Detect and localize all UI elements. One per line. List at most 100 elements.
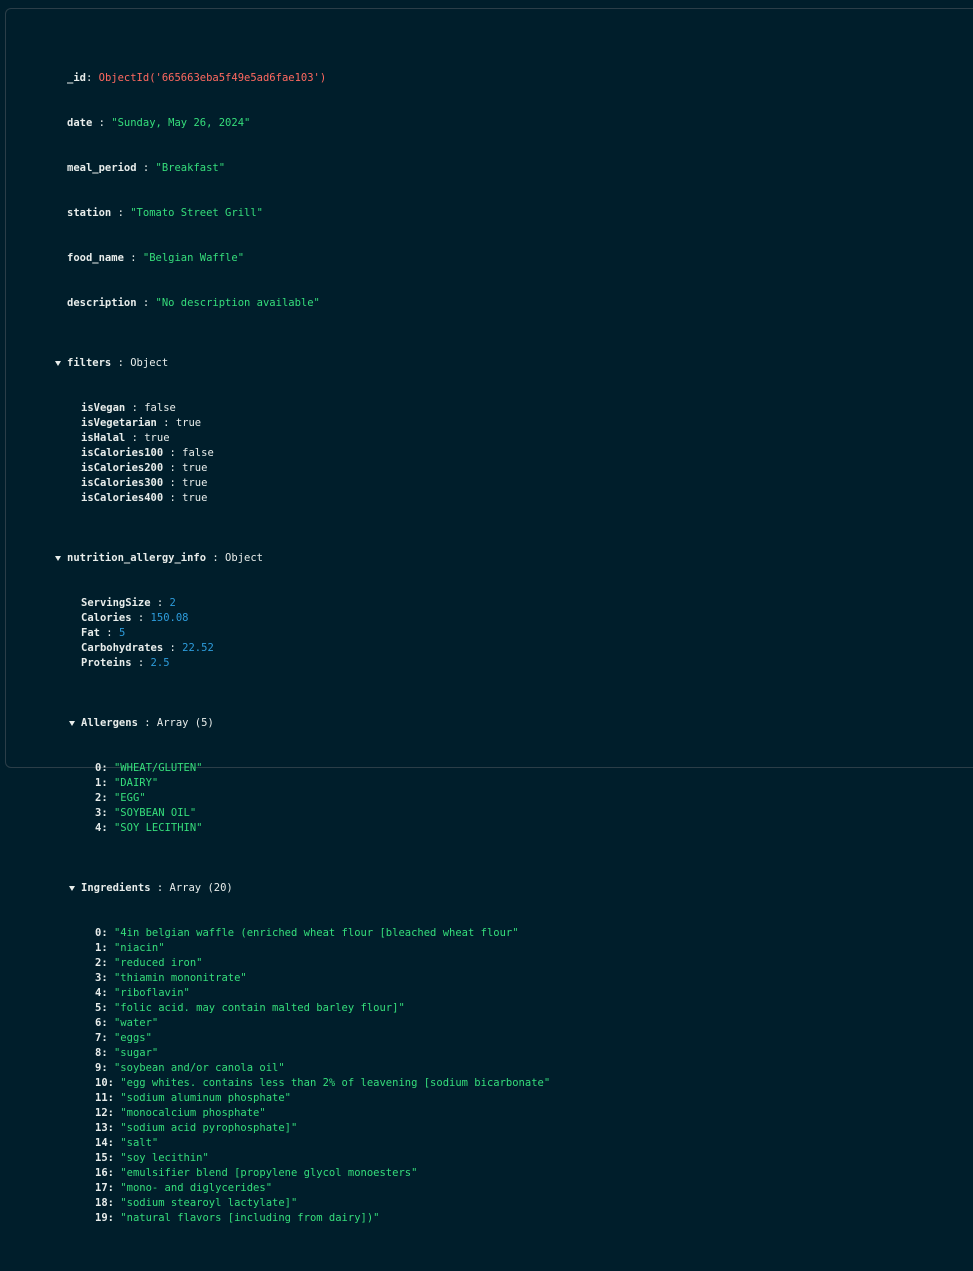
array-index: 9: [95,1062,108,1074]
nutrition-field[interactable]: Proteins : 2.5 [6,656,550,671]
field-description[interactable]: description : "No description available" [6,296,550,311]
expand-caret-icon[interactable] [55,361,61,366]
field-key: _id [67,72,86,84]
array-item[interactable]: 0: "WHEAT/GLUTEN" [6,761,550,776]
field-value: true [182,492,208,504]
nutrition-field[interactable]: Calories : 150.08 [6,611,550,626]
expand-caret-icon[interactable] [55,556,61,561]
array-value: "folic acid. may contain malted barley f… [113,1002,405,1014]
array-item[interactable]: 14: "salt" [6,1136,550,1151]
array-index: 16: [95,1167,114,1179]
array-value: "sugar" [113,1047,159,1059]
field-station[interactable]: station : "Tomato Street Grill" [6,206,550,221]
array-item[interactable]: 9: "soybean and/or canola oil" [6,1061,550,1076]
field-value: true [175,417,202,429]
array-value: "salt" [120,1137,159,1149]
filter-field[interactable]: isHalal : true [6,431,550,446]
array-value: "egg whites. contains less than 2% of le… [120,1077,551,1089]
filter-field[interactable]: isVegan : false [6,401,550,416]
array-item[interactable]: 15: "soy lecithin" [6,1151,550,1166]
array-index: 18: [95,1197,114,1209]
array-item[interactable]: 10: "egg whites. contains less than 2% o… [6,1076,550,1091]
nutrition-field[interactable]: Carbohydrates : 22.52 [6,641,550,656]
array-item[interactable]: 3: "thiamin mononitrate" [6,971,550,986]
array-value: "eggs" [113,1032,152,1044]
array-value: "emulsifier blend [propylene glycol mono… [120,1167,418,1179]
field-key: isCalories400 [81,492,164,504]
array-item[interactable]: 6: "water" [6,1016,550,1031]
array-value: "4in belgian waffle (enriched wheat flou… [113,927,519,939]
field-value: true [182,477,208,489]
field-value: 22.52 [182,642,214,654]
array-value: "SOY LECITHIN" [113,822,203,834]
array-value: "sodium acid pyrophosphate]" [120,1122,298,1134]
field-value: true [144,432,170,444]
array-index: 19: [95,1212,114,1224]
array-value: "SOYBEAN OIL" [113,807,197,819]
field-value: 2 [169,597,176,609]
array-item[interactable]: 1: "DAIRY" [6,776,550,791]
array-item[interactable]: 17: "mono- and diglycerides" [6,1181,550,1196]
nutrition-field[interactable]: Fat : 5 [6,626,550,641]
array-item[interactable]: 19: "natural flavors [including from dai… [6,1211,550,1226]
field-key: Calories [81,612,132,624]
filter-field[interactable]: isCalories300 : true [6,476,550,491]
field-value: 2.5 [150,657,170,669]
array-item[interactable]: 4: "riboflavin" [6,986,550,1001]
array-index: 14: [95,1137,114,1149]
array-index: 1: [95,777,108,789]
field-ingredients[interactable]: Ingredients : Array (20) [6,881,550,896]
filter-field[interactable]: isCalories200 : true [6,461,550,476]
array-item[interactable]: 18: "sodium stearoyl lactylate]" [6,1196,550,1211]
document-tree: _id: ObjectId('665663eba5f49e5ad6fae103'… [6,26,550,1271]
field-key: isCalories300 [81,477,164,489]
field-key: Ingredients [81,882,151,894]
array-value: "niacin" [113,942,165,954]
field-value: 150.08 [150,612,189,624]
filter-field[interactable]: isCalories400 : true [6,491,550,506]
array-item[interactable]: 2: "EGG" [6,791,550,806]
array-index: 6: [95,1017,108,1029]
array-item[interactable]: 0: "4in belgian waffle (enriched wheat f… [6,926,550,941]
array-item[interactable]: 5: "folic acid. may contain malted barle… [6,1001,550,1016]
array-item[interactable]: 1: "niacin" [6,941,550,956]
array-value: "sodium stearoyl lactylate]" [120,1197,298,1209]
array-item[interactable]: 11: "sodium aluminum phosphate" [6,1091,550,1106]
field-allergens[interactable]: Allergens : Array (5) [6,716,550,731]
array-item[interactable]: 2: "reduced iron" [6,956,550,971]
field-key: isHalal [81,432,126,444]
field-food-name[interactable]: food_name : "Belgian Waffle" [6,251,550,266]
array-value: "DAIRY" [113,777,159,789]
array-value: "EGG" [113,792,146,804]
array-item[interactable]: 16: "emulsifier blend [propylene glycol … [6,1166,550,1181]
field-date[interactable]: date : "Sunday, May 26, 2024" [6,116,550,131]
filter-field[interactable]: isVegetarian : true [6,416,550,431]
array-item[interactable]: 4: "SOY LECITHIN" [6,821,550,836]
filter-field[interactable]: isCalories100 : false [6,446,550,461]
field-type: Object [130,357,169,369]
field-key: isVegetarian [81,417,157,429]
field-meal-period[interactable]: meal_period : "Breakfast" [6,161,550,176]
field-value: ObjectId('665663eba5f49e5ad6fae103') [98,72,327,84]
array-index: 5: [95,1002,108,1014]
expand-caret-icon[interactable] [69,886,75,891]
field-id[interactable]: _id: ObjectId('665663eba5f49e5ad6fae103'… [6,71,550,86]
array-value: "soy lecithin" [120,1152,209,1164]
field-type: Object [225,552,263,564]
array-value: "monocalcium phosphate" [120,1107,266,1119]
array-index: 13: [95,1122,114,1134]
expand-caret-icon[interactable] [69,721,75,726]
field-nutrition[interactable]: nutrition_allergy_info : Object [6,551,550,566]
array-item[interactable]: 3: "SOYBEAN OIL" [6,806,550,821]
array-item[interactable]: 12: "monocalcium phosphate" [6,1106,550,1121]
array-item[interactable]: 8: "sugar" [6,1046,550,1061]
array-index: 8: [95,1047,108,1059]
array-index: 11: [95,1092,114,1104]
field-key: isVegan [81,402,126,414]
array-index: 4: [95,987,108,999]
field-filters[interactable]: filters : Object [6,356,550,371]
array-item[interactable]: 13: "sodium acid pyrophosphate]" [6,1121,550,1136]
nutrition-field[interactable]: ServingSize : 2 [6,596,550,611]
array-item[interactable]: 7: "eggs" [6,1031,550,1046]
array-value: "riboflavin" [113,987,190,999]
